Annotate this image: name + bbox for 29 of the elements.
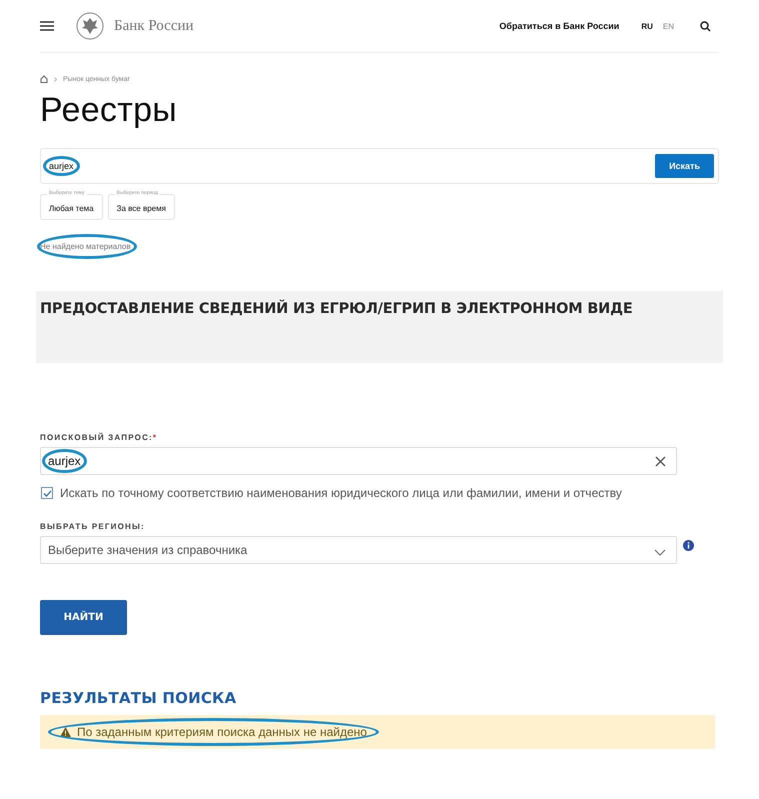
- menu-icon[interactable]: [40, 21, 54, 31]
- warning-text: По заданным критериям поиска данных не найдено: [77, 725, 367, 739]
- contact-link[interactable]: Обратиться в Банк России: [499, 21, 620, 31]
- regions-dropdown[interactable]: Выберите значения из справочника: [40, 536, 677, 564]
- search-button[interactable]: Искать: [655, 154, 714, 178]
- results-title: РЕЗУЛЬТАТЫ ПОИСКА: [40, 689, 238, 707]
- page-title: Реестры: [40, 91, 178, 130]
- brand-name[interactable]: Банк России: [114, 18, 194, 34]
- field-label: ВЫБРАТЬ РЕГИОНЫ:: [40, 522, 145, 531]
- home-icon[interactable]: [40, 75, 48, 83]
- info-icon[interactable]: [683, 540, 694, 551]
- required-mark: *: [152, 433, 158, 442]
- search-icon[interactable]: [700, 20, 711, 32]
- close-icon[interactable]: [655, 456, 666, 466]
- query-field[interactable]: aurjex: [40, 447, 677, 475]
- query-value: aurjex: [48, 454, 81, 468]
- language-link[interactable]: EN: [662, 22, 674, 30]
- search-query: aurjex: [49, 161, 74, 171]
- emblem-icon: [76, 12, 104, 40]
- field-label: ПОИСКОВЫЙ ЗАПРОС:: [40, 433, 153, 442]
- language-link[interactable]: RU: [641, 22, 653, 30]
- section-title: ПРЕДОСТАВЛЕНИЕ СВЕДЕНИЙ ИЗ ЕГРЮЛ/ЕГРИП В ЭЛЕКТРОННОМ ВИДЕ: [40, 301, 633, 317]
- find-button[interactable]: НАЙТИ: [40, 600, 127, 635]
- checkbox-label: Искать по точному соответствию наименования юридического лица или фамилии, имени и отчеству: [60, 486, 622, 500]
- search-field[interactable]: aurjex Искать: [40, 148, 719, 184]
- separator-icon: [54, 76, 57, 82]
- chevron-down-icon: [654, 548, 666, 556]
- warning-icon: [60, 727, 71, 737]
- checkbox[interactable]: [41, 487, 53, 499]
